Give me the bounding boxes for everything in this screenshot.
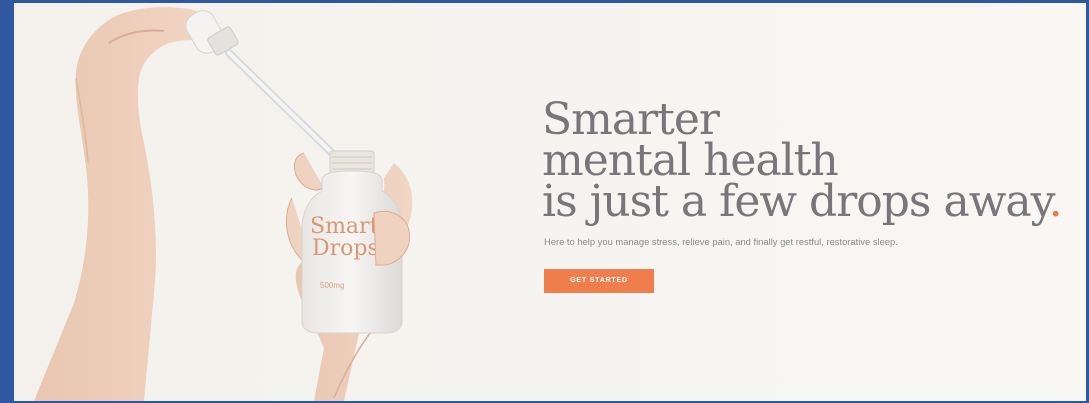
bottle-dose: 500mg [320,281,344,290]
headline-line-3-text: is just a few drops away [542,176,1050,227]
headline-line-2: mental health [542,135,839,186]
hero-subtitle: Here to help you manage stress, relieve … [544,236,898,247]
left-hand-illustration [34,7,219,401]
hero-copy: Smarter mental health is just a few drop… [542,94,1082,293]
bottle-brand-line-2: Drops [312,236,379,261]
dropper-illustration [185,10,336,157]
headline-accent-dot: . [1048,176,1063,227]
headline-line-1: Smarter [542,94,720,145]
page-frame: Smart Drops 500mg Smarter mental health … [0,0,1089,403]
hero-headline: Smarter mental health is just a few drop… [542,94,1082,224]
hero-product-image: Smart Drops 500mg [34,7,413,401]
get-started-button[interactable]: GET STARTED [544,269,654,293]
hero-section: Smart Drops 500mg Smarter mental health … [14,3,1086,401]
headline-line-3: is just a few drops away. [542,180,1082,224]
